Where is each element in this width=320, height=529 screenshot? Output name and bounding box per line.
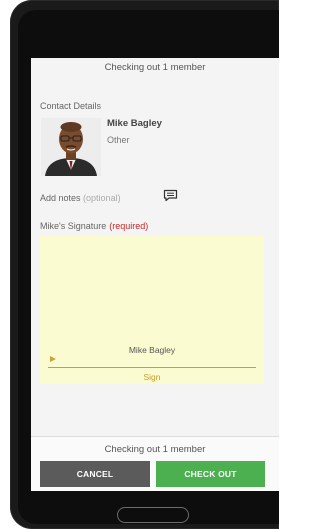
signature-label-text: Mike's Signature xyxy=(40,221,107,231)
footer-summary: Checking out 1 member xyxy=(104,444,206,455)
signature-line xyxy=(48,367,256,368)
member-avatar xyxy=(41,118,101,176)
sign-prompt: Sign xyxy=(143,372,161,382)
signature-arrow-icon xyxy=(50,356,56,362)
member-type: Other xyxy=(107,135,130,145)
checkout-header: Checking out 1 member xyxy=(104,62,206,73)
signature-required: (required) xyxy=(109,221,149,231)
add-notes-optional: (optional) xyxy=(83,193,121,203)
add-notes-label: Add notes xyxy=(40,193,81,203)
app-screen: Checking out 1 member Contact Details Mi… xyxy=(31,58,279,491)
contact-details-label: Contact Details xyxy=(40,101,102,111)
member-name: Mike Bagley xyxy=(107,118,162,129)
signature-pad[interactable]: Mike Bagley Sign xyxy=(40,236,264,384)
signature-label: Mike's Signature (required) xyxy=(40,221,148,231)
signer-name: Mike Bagley xyxy=(128,345,176,355)
home-button[interactable] xyxy=(117,507,189,523)
notes-chat-icon[interactable] xyxy=(163,189,178,202)
checkout-footer: Checking out 1 member CANCEL CHECK OUT xyxy=(31,436,279,491)
cancel-button[interactable]: CANCEL xyxy=(40,461,150,487)
avatar-photo xyxy=(41,118,101,176)
check-out-button[interactable]: CHECK OUT xyxy=(156,461,265,487)
add-notes-link[interactable]: Add notes (optional) xyxy=(40,193,121,203)
